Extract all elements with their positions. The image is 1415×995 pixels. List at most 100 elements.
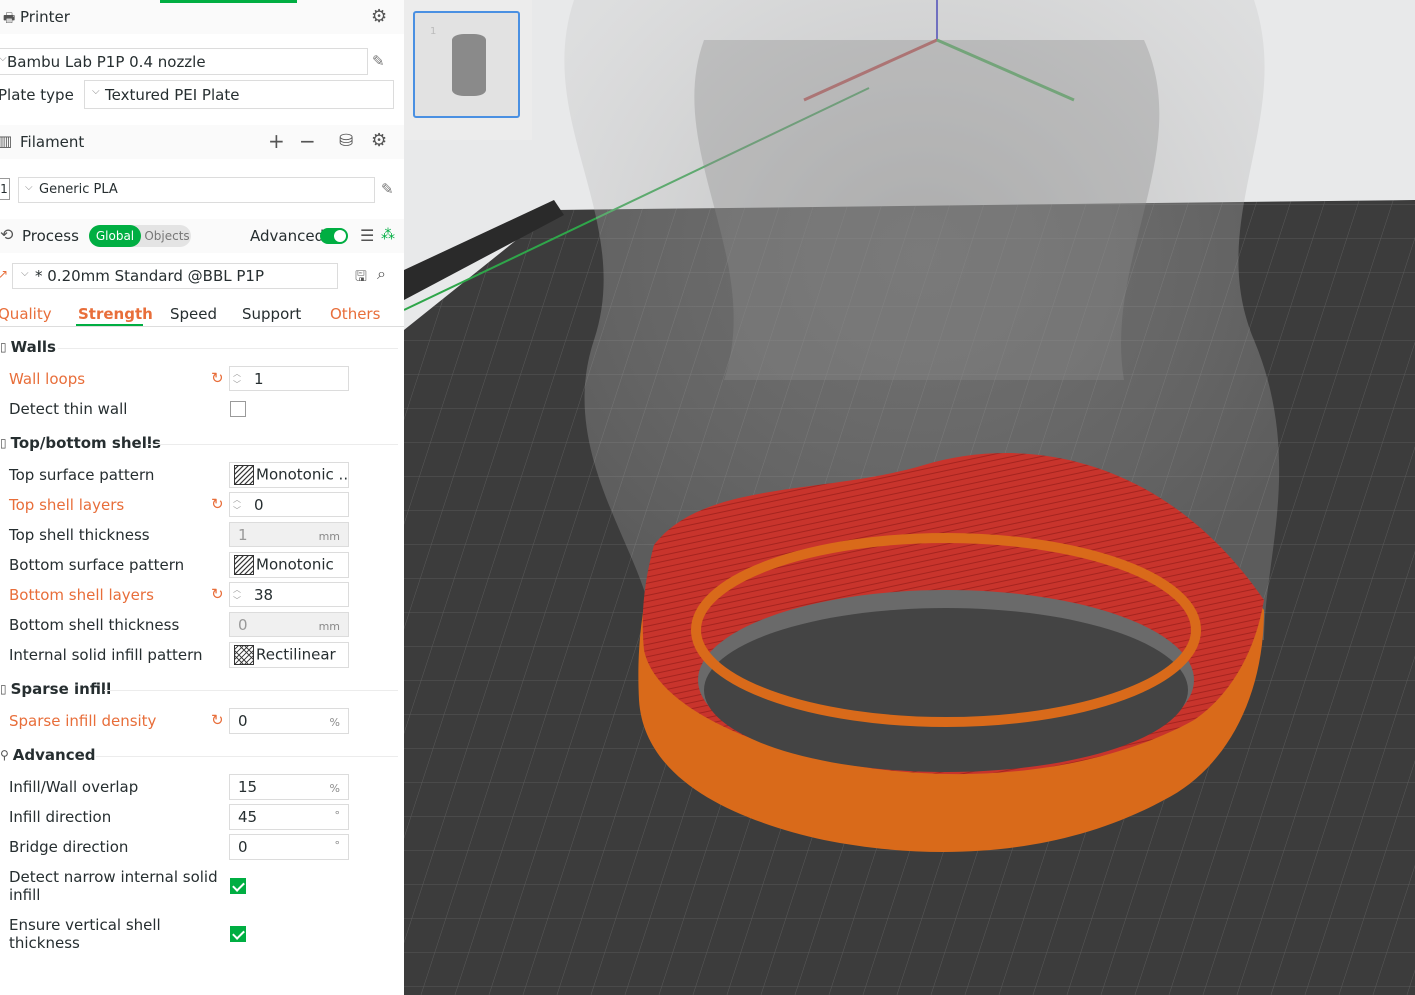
reset-icon[interactable]: ↻	[211, 711, 224, 729]
printer-section-title: Printer	[20, 8, 70, 26]
scene-canvas[interactable]	[404, 0, 1415, 995]
tab-speed[interactable]: Speed	[170, 305, 217, 323]
detect-narrow-label-line2: infill	[9, 886, 41, 904]
tab-support[interactable]: Support	[242, 305, 301, 323]
add-filament-icon[interactable]: +	[268, 129, 285, 153]
chevron-down-icon: ⌵	[92, 86, 100, 97]
printer-preset-value: Bambu Lab P1P 0.4 nozzle	[7, 53, 206, 71]
global-objects-toggle[interactable]: Global Objects	[89, 225, 191, 247]
edit-filament-icon[interactable]: ✎	[381, 180, 394, 198]
reset-icon[interactable]: ↻	[211, 585, 224, 603]
bottom-shell-layers-input[interactable]: ︿ ﹀ 38	[229, 582, 349, 607]
walls-title: Walls	[10, 338, 56, 356]
printer-icon: 🖶	[3, 11, 16, 26]
top-shell-thickness-input[interactable]: 1 mm	[229, 522, 349, 547]
plate-thumbnail[interactable]: 1	[413, 11, 520, 118]
tab-others[interactable]: Others	[330, 305, 380, 323]
bottom-shell-layers-label: Bottom shell layers	[9, 586, 154, 604]
plate-list-panel: 1	[404, 0, 532, 140]
filament-preset-value: Generic PLA	[39, 182, 118, 197]
unit-percent: %	[329, 716, 340, 729]
printer-settings-gear-icon[interactable]: ⚙	[371, 6, 387, 27]
wall-loops-value: 1	[254, 370, 264, 388]
printer-preset-combo[interactable]: ⌵ Bambu Lab P1P 0.4 nozzle	[0, 48, 368, 75]
filament-header: ▥ Filament + − ⛁ ⚙	[0, 125, 404, 159]
infill-direction-value: 45	[238, 808, 258, 826]
detect-narrow-internal-solid-infill-checkbox[interactable]	[230, 878, 246, 894]
spin-arrows-icon[interactable]: ︿ ﹀	[233, 584, 241, 606]
filament-preset-combo[interactable]: ⌵ Generic PLA	[18, 177, 375, 203]
3d-viewport[interactable]: 1	[404, 0, 1415, 995]
plate-type-select[interactable]: ⌵ Textured PEI Plate	[84, 80, 394, 109]
unit-degree: °	[334, 839, 341, 852]
internal-solid-infill-pattern-select[interactable]: Rectilinear	[229, 642, 349, 668]
wall-loops-input[interactable]: ︿ ﹀ 1	[229, 366, 349, 391]
bottom-surface-pattern-value: Monotonic	[256, 555, 334, 574]
remove-filament-icon[interactable]: −	[299, 129, 316, 153]
chevron-down-icon: ⌵	[25, 182, 33, 193]
walls-icon: ▯	[0, 340, 7, 354]
advanced-label: Advanced	[250, 227, 325, 245]
top-surface-pattern-label: Top surface pattern	[9, 466, 155, 484]
search-icon[interactable]: ⌕	[377, 264, 386, 284]
bridge-direction-label: Bridge direction	[9, 838, 129, 856]
rectilinear-pattern-icon	[234, 645, 254, 665]
chevron-down-icon: ⌵	[21, 268, 29, 279]
top-shell-layers-input[interactable]: ︿ ﹀ 0	[229, 492, 349, 517]
section-divider	[96, 756, 398, 757]
shells-icon: ▯	[0, 436, 7, 450]
spin-arrows-icon[interactable]: ︿ ﹀	[233, 368, 241, 390]
infill-wall-overlap-input[interactable]: 15 %	[229, 774, 349, 800]
model-inner-floor	[704, 608, 1188, 772]
plate-thumbnail-number: 1	[430, 26, 437, 37]
save-preset-icon[interactable]: 🖫	[355, 266, 367, 290]
detect-thin-wall-checkbox[interactable]	[230, 401, 246, 417]
infill-direction-label: Infill direction	[9, 808, 112, 826]
active-indicator-bar	[160, 0, 297, 3]
unit-mm: mm	[318, 530, 340, 543]
top-bottom-section-header: ▯ Top/bottom shells	[0, 434, 161, 452]
filament-slot-badge[interactable]: 1	[0, 178, 10, 200]
bottom-shell-thickness-input[interactable]: 0 mm	[229, 612, 349, 637]
plate-type-label: Plate type	[0, 86, 74, 104]
bridge-direction-input[interactable]: 0 °	[229, 834, 349, 860]
settings-panel: 🖶 Printer ⚙ ⌵ Bambu Lab P1P 0.4 nozzle ✎…	[0, 0, 404, 995]
wall-loops-label: Wall loops	[9, 370, 86, 388]
switch-knob	[334, 230, 346, 242]
sparse-infill-density-input[interactable]: 0 %	[229, 708, 349, 734]
process-preset-combo[interactable]: ⌵ * 0.20mm Standard @BBL P1P	[12, 263, 338, 289]
bottom-surface-pattern-select[interactable]: Monotonic	[229, 552, 349, 578]
ensure-vertical-label-line1: Ensure vertical shell	[9, 916, 161, 934]
sparse-infill-section-header: ▯ Sparse infill	[0, 680, 111, 698]
unit-degree: °	[334, 809, 341, 822]
unit-mm: mm	[318, 620, 340, 633]
bottom-shell-thickness-value: 0	[238, 616, 248, 634]
advanced-switch[interactable]	[320, 228, 348, 244]
process-options-icon[interactable]: ⁂	[381, 227, 395, 243]
reset-icon[interactable]: ↻	[211, 495, 224, 513]
filament-settings-gear-icon[interactable]: ⚙	[371, 130, 387, 151]
filament-sync-icon[interactable]: ⛁	[339, 131, 353, 151]
chevron-down-icon: ⌵	[0, 53, 7, 64]
top-shell-layers-value: 0	[254, 496, 264, 514]
toggle-global[interactable]: Global	[89, 225, 141, 247]
top-bottom-title: Top/bottom shells	[10, 434, 161, 452]
section-divider	[104, 690, 398, 691]
infill-wall-overlap-value: 15	[238, 778, 258, 796]
sparse-infill-density-label: Sparse infill density	[9, 712, 157, 730]
ensure-vertical-shell-thickness-checkbox[interactable]	[230, 926, 246, 942]
reset-icon[interactable]: ↻	[211, 369, 224, 387]
tab-quality[interactable]: Quality	[0, 305, 52, 323]
process-preset-value: * 0.20mm Standard @BBL P1P	[35, 267, 265, 285]
top-surface-pattern-select[interactable]: Monotonic ...	[229, 462, 349, 488]
edit-printer-icon[interactable]: ✎	[372, 52, 385, 70]
section-divider	[146, 444, 398, 445]
infill-direction-input[interactable]: 45 °	[229, 804, 349, 830]
compare-list-icon[interactable]: ☰	[360, 226, 374, 245]
tab-strength[interactable]: Strength	[78, 305, 153, 323]
toggle-objects[interactable]: Objects	[143, 225, 191, 247]
bottom-surface-pattern-label: Bottom surface pattern	[9, 556, 185, 574]
sparse-infill-density-value: 0	[238, 712, 248, 730]
spin-arrows-icon[interactable]: ︿ ﹀	[233, 494, 241, 516]
plate-type-value: Textured PEI Plate	[105, 86, 240, 104]
